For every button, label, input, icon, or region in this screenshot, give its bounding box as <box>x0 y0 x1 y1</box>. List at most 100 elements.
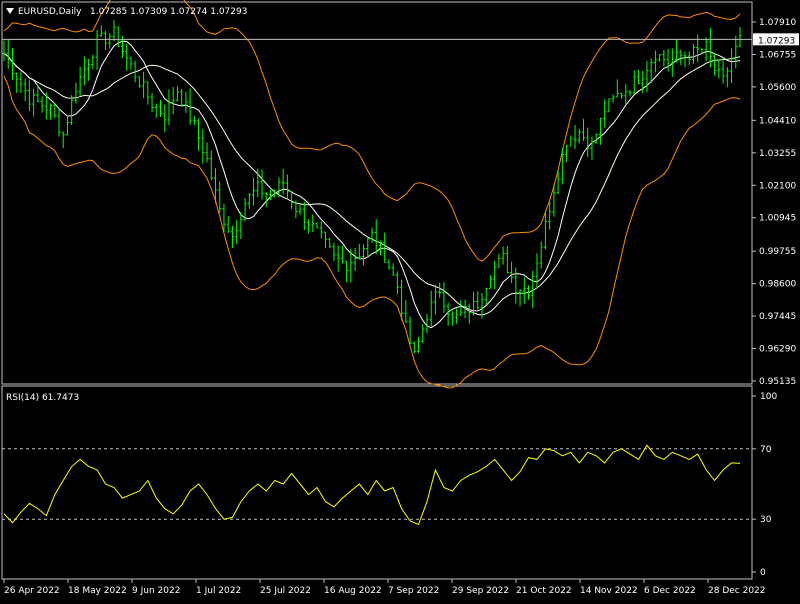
candle <box>319 221 323 239</box>
candle <box>738 27 742 47</box>
candle <box>239 212 243 239</box>
candle <box>522 277 526 304</box>
date-tick-label: 25 Jul 2022 <box>260 586 311 596</box>
candle <box>340 245 344 264</box>
candle <box>218 181 222 214</box>
candle <box>493 260 497 290</box>
candle <box>332 242 336 261</box>
date-tick-label: 21 Oct 2022 <box>516 586 572 596</box>
candle <box>146 81 150 105</box>
price-tick-label: 1.07910 <box>759 18 796 28</box>
price-tick-label: 0.99755 <box>759 247 796 257</box>
candle <box>450 311 454 326</box>
candle <box>417 336 421 354</box>
candle <box>565 144 569 162</box>
candle <box>197 118 201 151</box>
candle <box>370 227 374 244</box>
chart-window[interactable]: 1.07293 1.07910 1.06755 1.05600 1.04410 1.032… <box>0 0 800 600</box>
rsi-plot[interactable] <box>2 444 752 526</box>
candle <box>675 39 679 63</box>
candle <box>44 92 48 120</box>
candle <box>57 108 61 137</box>
candle <box>10 48 14 80</box>
candle <box>82 56 86 86</box>
candle <box>624 83 628 105</box>
candle <box>175 86 179 102</box>
candle <box>78 66 82 97</box>
candle <box>15 72 19 93</box>
candle <box>510 261 514 284</box>
candle <box>632 70 636 95</box>
candle <box>636 69 640 84</box>
candle <box>150 93 154 113</box>
ohlc-readout: 1.07285 1.07309 1.07274 1.07293 <box>90 7 247 17</box>
candle <box>391 263 395 276</box>
candle <box>611 94 615 103</box>
symbol-label: EURUSD,Daily <box>18 7 82 17</box>
candle <box>649 58 653 84</box>
price-tick-label: 1.05600 <box>759 83 796 93</box>
rsi-line <box>3 444 741 526</box>
candle <box>687 51 691 65</box>
candle <box>577 128 581 144</box>
date-tick-label: 9 Jun 2022 <box>132 586 180 596</box>
candle <box>691 44 695 64</box>
candle <box>484 287 488 306</box>
candle <box>573 125 577 149</box>
candle <box>590 136 594 160</box>
candle <box>336 245 340 272</box>
candle <box>2 40 6 61</box>
candle <box>353 247 357 271</box>
candle <box>129 56 133 70</box>
price-tick-label: 1.02100 <box>759 181 796 191</box>
candle <box>679 49 683 66</box>
triangle-down-icon[interactable] <box>6 8 14 14</box>
candle <box>569 135 573 147</box>
candle <box>662 50 666 67</box>
price-plot[interactable] <box>2 0 752 389</box>
candle <box>40 96 44 113</box>
candle <box>433 284 437 315</box>
candle <box>205 142 209 163</box>
chart-canvas[interactable]: 1.07293 1.07910 1.06755 1.05600 1.04410 1.032… <box>0 0 800 600</box>
candle <box>108 32 112 49</box>
candle <box>438 282 442 298</box>
candle <box>357 243 361 259</box>
candle <box>683 51 687 68</box>
candle <box>395 271 399 295</box>
candle <box>607 98 611 113</box>
candle <box>95 29 99 70</box>
candle <box>505 245 509 274</box>
candle <box>704 37 708 62</box>
candle <box>345 260 349 283</box>
candle <box>459 300 463 317</box>
candle <box>539 241 543 269</box>
candle <box>429 290 433 327</box>
candle <box>154 103 158 118</box>
date-tick-label: 18 May 2022 <box>68 586 127 596</box>
candle <box>442 282 446 313</box>
date-tick-label: 16 Aug 2022 <box>324 586 382 596</box>
candle <box>412 341 416 354</box>
candle <box>713 53 717 76</box>
candle <box>641 71 645 94</box>
price-tick-label: 0.95135 <box>759 377 796 387</box>
candle <box>6 39 10 69</box>
candle <box>658 54 662 62</box>
candle <box>298 204 302 215</box>
candle <box>159 99 163 117</box>
candle <box>99 25 103 37</box>
candle <box>290 191 294 210</box>
candle <box>628 90 632 97</box>
candle <box>302 201 306 231</box>
candle <box>163 104 167 133</box>
rsi-tick-label: 100 <box>760 392 777 402</box>
candle <box>260 169 264 200</box>
price-tick-label: 0.98600 <box>759 280 796 290</box>
candle <box>70 94 74 126</box>
candle <box>730 48 734 83</box>
price-tick-label: 1.03255 <box>759 149 796 159</box>
date-tick-label: 28 Dec 2022 <box>708 586 766 596</box>
candle <box>548 200 552 230</box>
candle <box>514 267 518 304</box>
